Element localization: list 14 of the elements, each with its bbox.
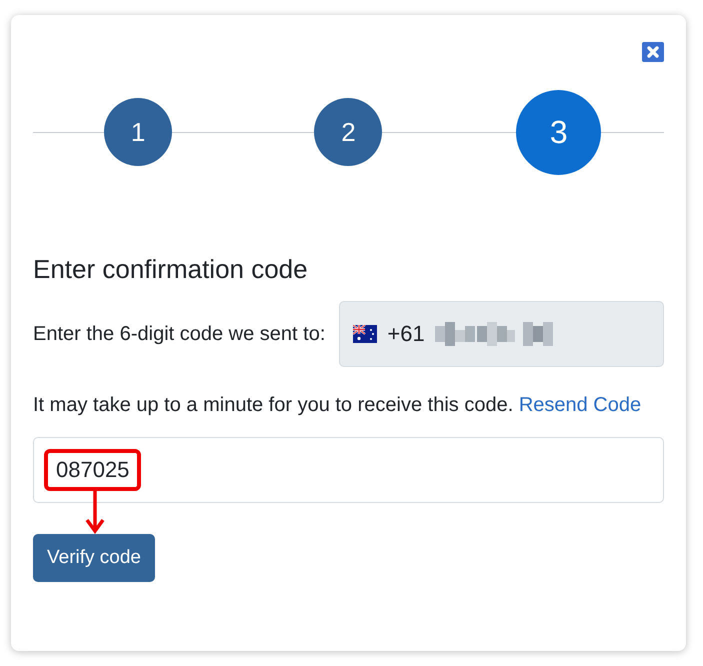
code-field[interactable]: 087025 [33, 437, 664, 503]
step-circle: 1 [104, 98, 172, 166]
country-code: +61 [387, 321, 425, 347]
info-text: It may take up to a minute for you to receive this code. Resend Code [33, 393, 642, 418]
code-value: 087025 [44, 449, 142, 491]
prompt-text: Enter the 6-digit code we sent to: [33, 322, 326, 346]
step-circle: 3 [516, 90, 602, 174]
resend-link[interactable]: Resend Code [518, 394, 642, 416]
step-circle: 2 [314, 98, 382, 166]
annotation-arrow [85, 490, 105, 534]
flag-icon [353, 325, 378, 343]
close-icon[interactable] [642, 42, 664, 62]
verify-button[interactable]: Verify code [33, 534, 155, 582]
heading: Enter confirmation code [33, 254, 309, 285]
